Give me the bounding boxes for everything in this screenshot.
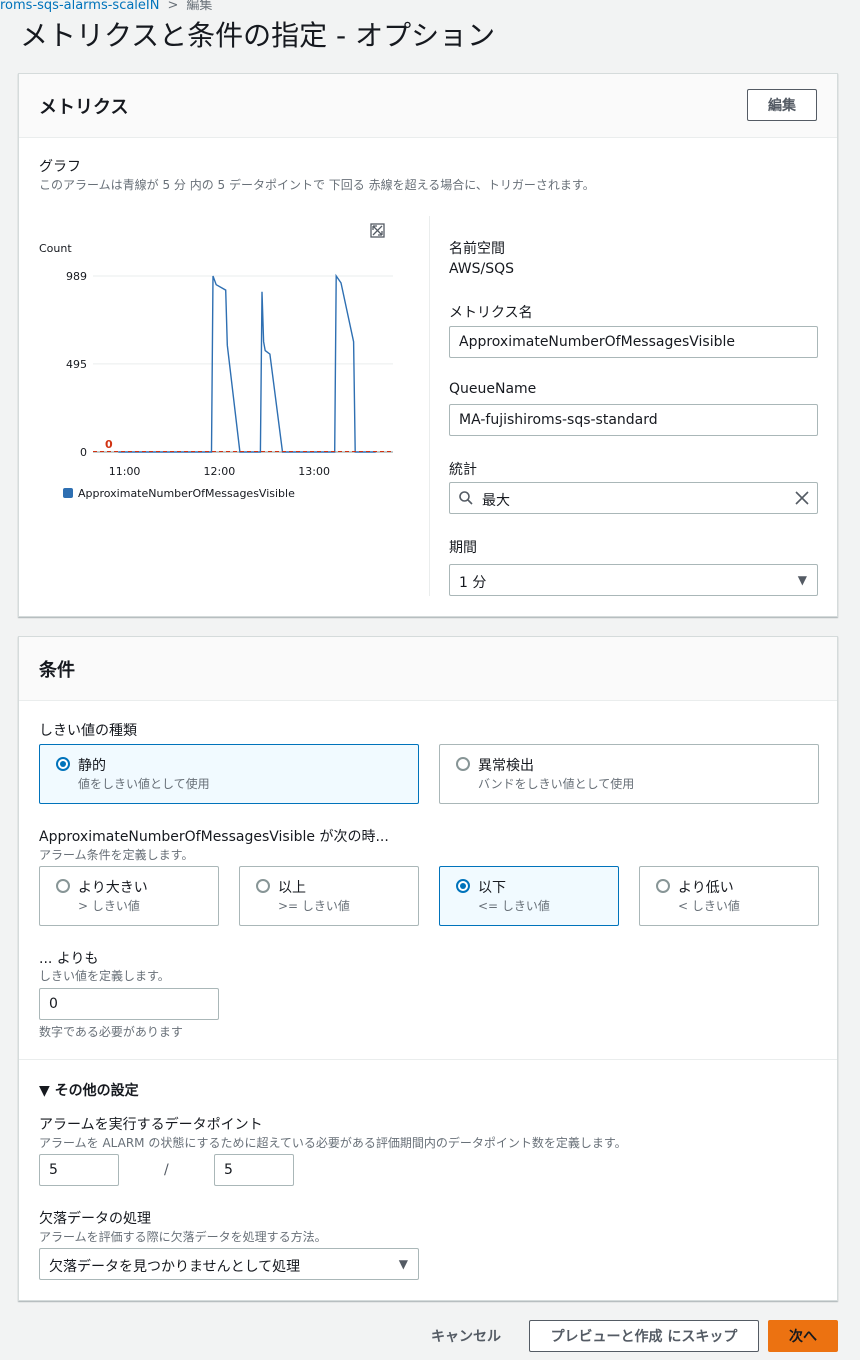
legend-label: ApproximateNumberOfMessagesVisible (78, 487, 295, 500)
greater-equal-desc: >= しきい値 (278, 899, 350, 913)
cancel-button[interactable]: キャンセル (418, 1320, 514, 1352)
x-tick-label: 12:00 (204, 465, 236, 478)
missing-data-select[interactable]: 欠落データを見つかりませんとして処理 ▼ (39, 1248, 419, 1280)
static-title: 静的 (78, 758, 106, 774)
radio-greater-equal[interactable] (256, 879, 270, 893)
page-title: メトリクスと条件の指定 - オプション (20, 19, 496, 52)
chart-legend: ApproximateNumberOfMessagesVisible (63, 487, 295, 500)
statistic-label: 統計 (449, 462, 477, 478)
when-desc: アラーム条件を定義します。 (39, 848, 194, 862)
threshold-static-option[interactable]: 静的 値をしきい値として使用 (39, 744, 419, 804)
skip-to-preview-button[interactable]: プレビューと作成 にスキップ (529, 1320, 759, 1352)
period-select[interactable]: 1 分 ▼ (449, 564, 818, 596)
missing-data-label: 欠落データの処理 (39, 1211, 151, 1227)
than-label: ... よりも (39, 951, 99, 967)
graph-label: グラフ (39, 159, 81, 175)
greater-desc: > しきい値 (78, 899, 140, 913)
breadcrumb-separator: > (167, 0, 179, 13)
condition-greater-option[interactable]: より大きい > しきい値 (39, 866, 219, 926)
threshold-label: 0 (105, 438, 113, 451)
namespace-value: AWS/SQS (449, 261, 515, 277)
queue-name-field[interactable]: MA-fujishiroms-sqs-standard (449, 404, 818, 436)
namespace-label: 名前空間 (449, 241, 505, 257)
y-tick-label: 0 (80, 446, 87, 459)
anomaly-title: 異常検出 (478, 758, 534, 774)
static-desc: 値をしきい値として使用 (78, 777, 210, 791)
metrics-panel-header: メトリクス 編集 (19, 74, 837, 138)
metrics-panel: メトリクス 編集 グラフ このアラームは青線が 5 分 内の 5 データポイント… (18, 73, 838, 617)
datapoints-slash: / (164, 1162, 169, 1178)
missing-data-desc: アラームを評価する際に欠落データを処理する方法。 (39, 1230, 327, 1244)
breadcrumb: roms-sqs-alarms-scaleIN > 編集 (0, 0, 212, 13)
y-axis-label: Count (39, 242, 72, 255)
caret-down-icon: ▼ (398, 1257, 408, 1271)
conditions-panel-header: 条件 (19, 637, 837, 701)
period-label: 期間 (449, 540, 477, 556)
y-tick-label: 989 (66, 270, 87, 283)
condition-greater-equal-option[interactable]: 以上 >= しきい値 (239, 866, 419, 926)
x-tick-label: 13:00 (298, 465, 330, 478)
datapoints-desc: アラームを ALARM の状態にするために超えている必要がある評価期間内のデータ… (39, 1136, 627, 1150)
metric-name-field[interactable]: ApproximateNumberOfMessagesVisible (449, 326, 818, 358)
threshold-type-label: しきい値の種類 (39, 723, 137, 739)
metric-chart: Count 989 495 0 11:00 12:00 13:00 0 Approxim… (39, 223, 401, 500)
caret-down-icon: ▼ (797, 573, 807, 587)
metrics-title: メトリクス (39, 97, 129, 118)
chart-container: Count 989 495 0 11:00 12:00 13:00 0 Approxim… (33, 214, 401, 514)
other-settings-toggle[interactable]: ▼ その他の設定 (39, 1080, 139, 1100)
legend-swatch (63, 488, 73, 498)
greater-equal-title: 以上 (278, 880, 306, 896)
clear-icon[interactable] (795, 491, 809, 505)
than-desc: しきい値を定義します。 (39, 969, 170, 983)
threshold-anomaly-option[interactable]: 異常検出 バンドをしきい値として使用 (439, 744, 819, 804)
x-tick-label: 11:00 (109, 465, 141, 478)
missing-data-value: 欠落データを見つかりませんとして処理 (49, 1259, 301, 1275)
next-button[interactable]: 次へ (768, 1320, 838, 1352)
radio-lower-equal[interactable] (456, 879, 470, 893)
threshold-value-input[interactable]: 0 (39, 988, 219, 1020)
when-label: ApproximateNumberOfMessagesVisible が次の時.… (39, 829, 389, 845)
breadcrumb-current: 編集 (186, 0, 213, 13)
lower-equal-title: 以下 (478, 880, 506, 896)
expand-icon[interactable] (370, 223, 385, 238)
breadcrumb-parent-link[interactable]: roms-sqs-alarms-scaleIN (0, 0, 159, 13)
greater-title: より大きい (78, 880, 148, 896)
queue-name-label: QueueName (449, 381, 537, 397)
statistic-value: 最大 (482, 493, 510, 509)
conditions-title: 条件 (39, 660, 75, 681)
evaluation-periods-input[interactable]: 5 (214, 1154, 294, 1186)
datapoints-label: アラームを実行するデータポイント (39, 1117, 263, 1133)
edit-button[interactable]: 編集 (747, 89, 817, 121)
condition-lower-equal-option[interactable]: 以下 <= しきい値 (439, 866, 619, 926)
lower-desc: < しきい値 (678, 899, 740, 913)
lower-title: より低い (678, 880, 734, 896)
search-icon (459, 491, 473, 505)
conditions-panel: 条件 しきい値の種類 静的 値をしきい値として使用 異常検出 バンドをしきい値と… (18, 636, 838, 1301)
radio-lower[interactable] (656, 879, 670, 893)
anomaly-desc: バンドをしきい値として使用 (478, 777, 635, 791)
datapoints-to-alarm-input[interactable]: 5 (39, 1154, 119, 1186)
graph-description: このアラームは青線が 5 分 内の 5 データポイントで 下回る 赤線を超える場… (39, 178, 595, 192)
period-value: 1 分 (459, 575, 487, 591)
lower-equal-desc: <= しきい値 (478, 899, 550, 913)
y-tick-label: 495 (66, 358, 87, 371)
radio-anomaly[interactable] (456, 757, 470, 771)
threshold-help-text: 数字である必要があります (39, 1025, 183, 1039)
radio-greater[interactable] (56, 879, 70, 893)
radio-static[interactable] (56, 757, 70, 771)
condition-lower-option[interactable]: より低い < しきい値 (639, 866, 819, 926)
statistic-search-input[interactable]: 最大 (449, 482, 818, 514)
section-divider (19, 1059, 837, 1060)
metric-name-label: メトリクス名 (449, 305, 533, 321)
vertical-divider (429, 216, 430, 596)
